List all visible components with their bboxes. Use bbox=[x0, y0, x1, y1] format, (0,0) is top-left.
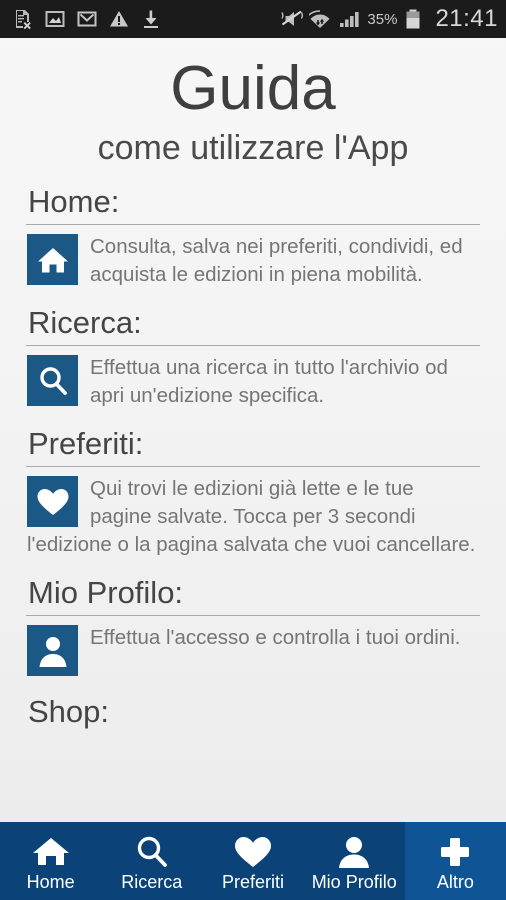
guide-section-mio-profilo: Mio Profilo: Effettua l'accesso e contro… bbox=[26, 575, 480, 678]
signal-bars-icon bbox=[338, 8, 360, 30]
guide-section-shop: Shop: bbox=[26, 694, 480, 730]
section-text: Qui trovi le edizioni già lette e le tue… bbox=[27, 477, 476, 556]
vibrate-mute-icon bbox=[280, 8, 304, 30]
section-text: Effettua una ricerca in tutto l'archivio… bbox=[90, 356, 448, 407]
guide-section-home: Home: Consulta, salva nei preferiti, con… bbox=[26, 184, 480, 289]
nav-label: Altro bbox=[436, 872, 474, 892]
nav-item-preferiti[interactable]: Preferiti bbox=[202, 822, 303, 900]
nav-label: Preferiti bbox=[222, 872, 285, 892]
bottom-navigation-bar: Home Ricerca Preferiti Mio Profilo Altro bbox=[0, 822, 506, 900]
nav-item-mio-profilo[interactable]: Mio Profilo bbox=[304, 822, 405, 900]
section-heading: Ricerca: bbox=[28, 305, 142, 340]
status-bar-clock: 21:41 bbox=[435, 5, 498, 32]
person-icon bbox=[27, 625, 78, 676]
section-body: Qui trovi le edizioni già lette e le tue… bbox=[26, 475, 480, 559]
wifi-icon bbox=[309, 8, 331, 30]
page-title: Guida bbox=[170, 54, 336, 123]
guide-section-preferiti: Preferiti: Qui trovi le edizioni già let… bbox=[26, 426, 480, 559]
section-divider bbox=[26, 345, 480, 346]
home-icon bbox=[31, 834, 71, 870]
search-icon bbox=[27, 355, 78, 406]
heart-icon bbox=[27, 476, 78, 527]
warning-icon bbox=[108, 8, 130, 30]
home-icon bbox=[27, 234, 78, 285]
page-subtitle: come utilizzare l'App bbox=[97, 129, 409, 167]
section-heading: Home: bbox=[28, 184, 120, 219]
document-error-icon bbox=[12, 8, 34, 30]
guide-section-ricerca: Ricerca: Effettua una ricerca in tutto l… bbox=[26, 305, 480, 410]
guide-scroll-area[interactable]: Guida come utilizzare l'App Home: Consul… bbox=[0, 38, 506, 822]
section-divider bbox=[26, 615, 480, 616]
app-root: 35% 21:41 Guida come utilizzare l'App Ho… bbox=[0, 0, 506, 900]
nav-label: Home bbox=[26, 872, 75, 892]
section-heading: Mio Profilo: bbox=[28, 575, 184, 610]
plus-icon bbox=[437, 834, 473, 870]
status-bar-system-icons: 35% 21:41 bbox=[280, 7, 498, 31]
section-divider bbox=[26, 224, 480, 225]
status-bar: 35% 21:41 bbox=[0, 0, 506, 38]
nav-label: Ricerca bbox=[121, 872, 183, 892]
section-heading: Preferiti: bbox=[28, 426, 144, 461]
section-body: Consulta, salva nei preferiti, condividi… bbox=[26, 233, 480, 289]
nav-label: Mio Profilo bbox=[311, 872, 397, 892]
section-text: Effettua l'accesso e controlla i tuoi or… bbox=[90, 626, 461, 649]
section-text: Consulta, salva nei preferiti, condividi… bbox=[90, 235, 463, 286]
battery-icon bbox=[404, 8, 426, 30]
search-icon bbox=[134, 834, 170, 870]
battery-percent-label: 35% bbox=[367, 10, 398, 28]
status-bar-notification-icons bbox=[12, 8, 162, 30]
section-body: Effettua una ricerca in tutto l'archivio… bbox=[26, 354, 480, 410]
photo-icon bbox=[44, 8, 66, 30]
nav-item-home[interactable]: Home bbox=[0, 822, 101, 900]
section-body: Effettua l'accesso e controlla i tuoi or… bbox=[26, 624, 480, 676]
heart-icon bbox=[233, 834, 273, 870]
nav-item-ricerca[interactable]: Ricerca bbox=[101, 822, 202, 900]
gmail-icon bbox=[76, 8, 98, 30]
section-divider bbox=[26, 466, 480, 467]
download-icon bbox=[140, 8, 162, 30]
section-heading: Shop: bbox=[28, 694, 110, 729]
nav-item-altro[interactable]: Altro bbox=[404, 822, 506, 900]
person-icon bbox=[336, 834, 372, 870]
